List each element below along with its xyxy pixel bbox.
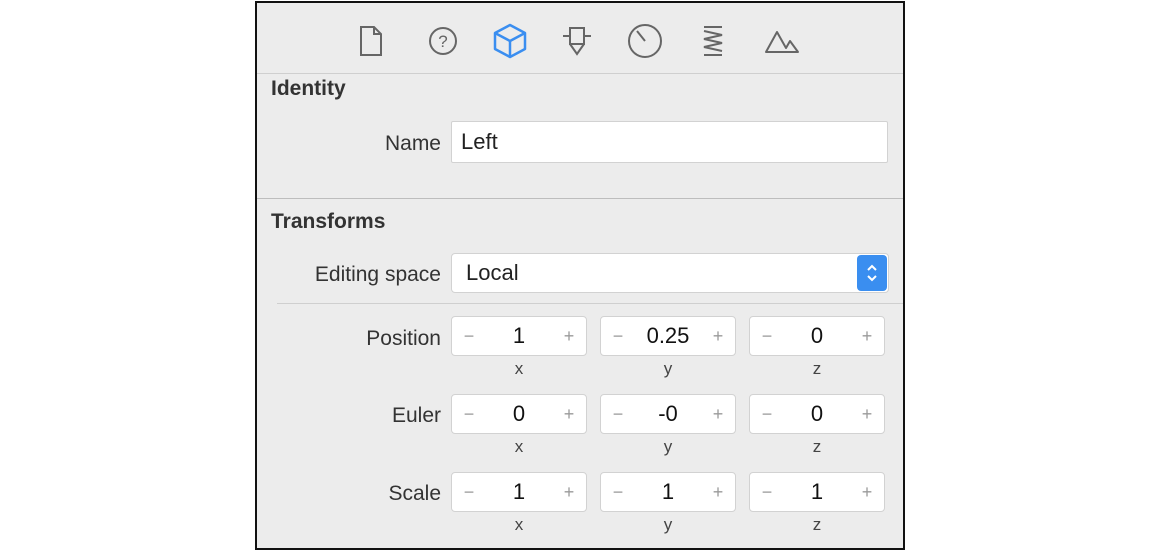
euler-z-stepper[interactable]: − 0 + — [749, 394, 885, 434]
mountains-icon[interactable] — [762, 21, 802, 61]
position-y-value[interactable]: 0.25 — [631, 317, 705, 355]
decrement-button[interactable]: − — [454, 473, 484, 511]
popup-arrows-icon[interactable] — [857, 255, 887, 291]
position-x-stepper[interactable]: − 1 + — [451, 316, 587, 356]
dial-icon[interactable] — [625, 21, 665, 61]
euler-y-value[interactable]: -0 — [631, 395, 705, 433]
decrement-button[interactable]: − — [752, 317, 782, 355]
increment-button[interactable]: + — [554, 317, 584, 355]
axis-label-y: y — [663, 515, 673, 534]
position-z-value[interactable]: 0 — [780, 317, 854, 355]
inspector-panel: ? Identity Name Left Transforms Editing … — [255, 1, 905, 550]
axis-label-z: z — [812, 359, 822, 378]
editing-space-popup[interactable]: Local — [451, 253, 889, 293]
decrement-button[interactable]: − — [603, 473, 633, 511]
axis-label-x: x — [514, 515, 524, 534]
axis-label-z: z — [812, 437, 822, 456]
axis-label-x: x — [514, 437, 524, 456]
axis-label-x: x — [514, 359, 524, 378]
decrement-button[interactable]: − — [752, 395, 782, 433]
scale-y-stepper[interactable]: − 1 + — [600, 472, 736, 512]
euler-label: Euler — [391, 404, 441, 427]
decrement-button[interactable]: − — [752, 473, 782, 511]
scale-z-stepper[interactable]: − 1 + — [749, 472, 885, 512]
editing-space-label: Editing space — [314, 263, 441, 286]
section-divider — [257, 198, 903, 199]
file-icon[interactable] — [351, 21, 391, 61]
increment-button[interactable]: + — [554, 395, 584, 433]
increment-button[interactable]: + — [703, 395, 733, 433]
transforms-section-title: Transforms — [271, 210, 386, 233]
increment-button[interactable]: + — [703, 473, 733, 511]
scale-x-stepper[interactable]: − 1 + — [451, 472, 587, 512]
decrement-button[interactable]: − — [603, 317, 633, 355]
scale-label: Scale — [388, 482, 441, 505]
decrement-button[interactable]: − — [454, 395, 484, 433]
position-z-stepper[interactable]: − 0 + — [749, 316, 885, 356]
axis-label-y: y — [663, 359, 673, 378]
transforms-subdivider — [277, 303, 903, 304]
axis-label-y: y — [663, 437, 673, 456]
decrement-button[interactable]: − — [454, 317, 484, 355]
name-field[interactable]: Left — [451, 121, 888, 163]
identity-section-title: Identity — [271, 77, 346, 100]
euler-x-stepper[interactable]: − 0 + — [451, 394, 587, 434]
position-y-stepper[interactable]: − 0.25 + — [600, 316, 736, 356]
increment-button[interactable]: + — [852, 317, 882, 355]
increment-button[interactable]: + — [852, 473, 882, 511]
name-label: Name — [384, 132, 441, 155]
increment-button[interactable]: + — [703, 317, 733, 355]
scale-y-value[interactable]: 1 — [631, 473, 705, 511]
svg-text:?: ? — [438, 32, 447, 51]
spring-icon[interactable] — [693, 21, 733, 61]
scale-z-value[interactable]: 1 — [780, 473, 854, 511]
increment-button[interactable]: + — [852, 395, 882, 433]
scale-x-value[interactable]: 1 — [482, 473, 556, 511]
inspector-toolbar: ? — [257, 3, 903, 74]
help-icon[interactable]: ? — [423, 21, 463, 61]
editing-space-value: Local — [466, 260, 519, 285]
euler-y-stepper[interactable]: − -0 + — [600, 394, 736, 434]
position-x-value[interactable]: 1 — [482, 317, 556, 355]
euler-z-value[interactable]: 0 — [780, 395, 854, 433]
decrement-button[interactable]: − — [603, 395, 633, 433]
euler-x-value[interactable]: 0 — [482, 395, 556, 433]
position-label: Position — [366, 327, 441, 350]
attributes-icon[interactable] — [557, 21, 597, 61]
cube-icon[interactable] — [490, 21, 530, 61]
axis-label-z: z — [812, 515, 822, 534]
increment-button[interactable]: + — [554, 473, 584, 511]
